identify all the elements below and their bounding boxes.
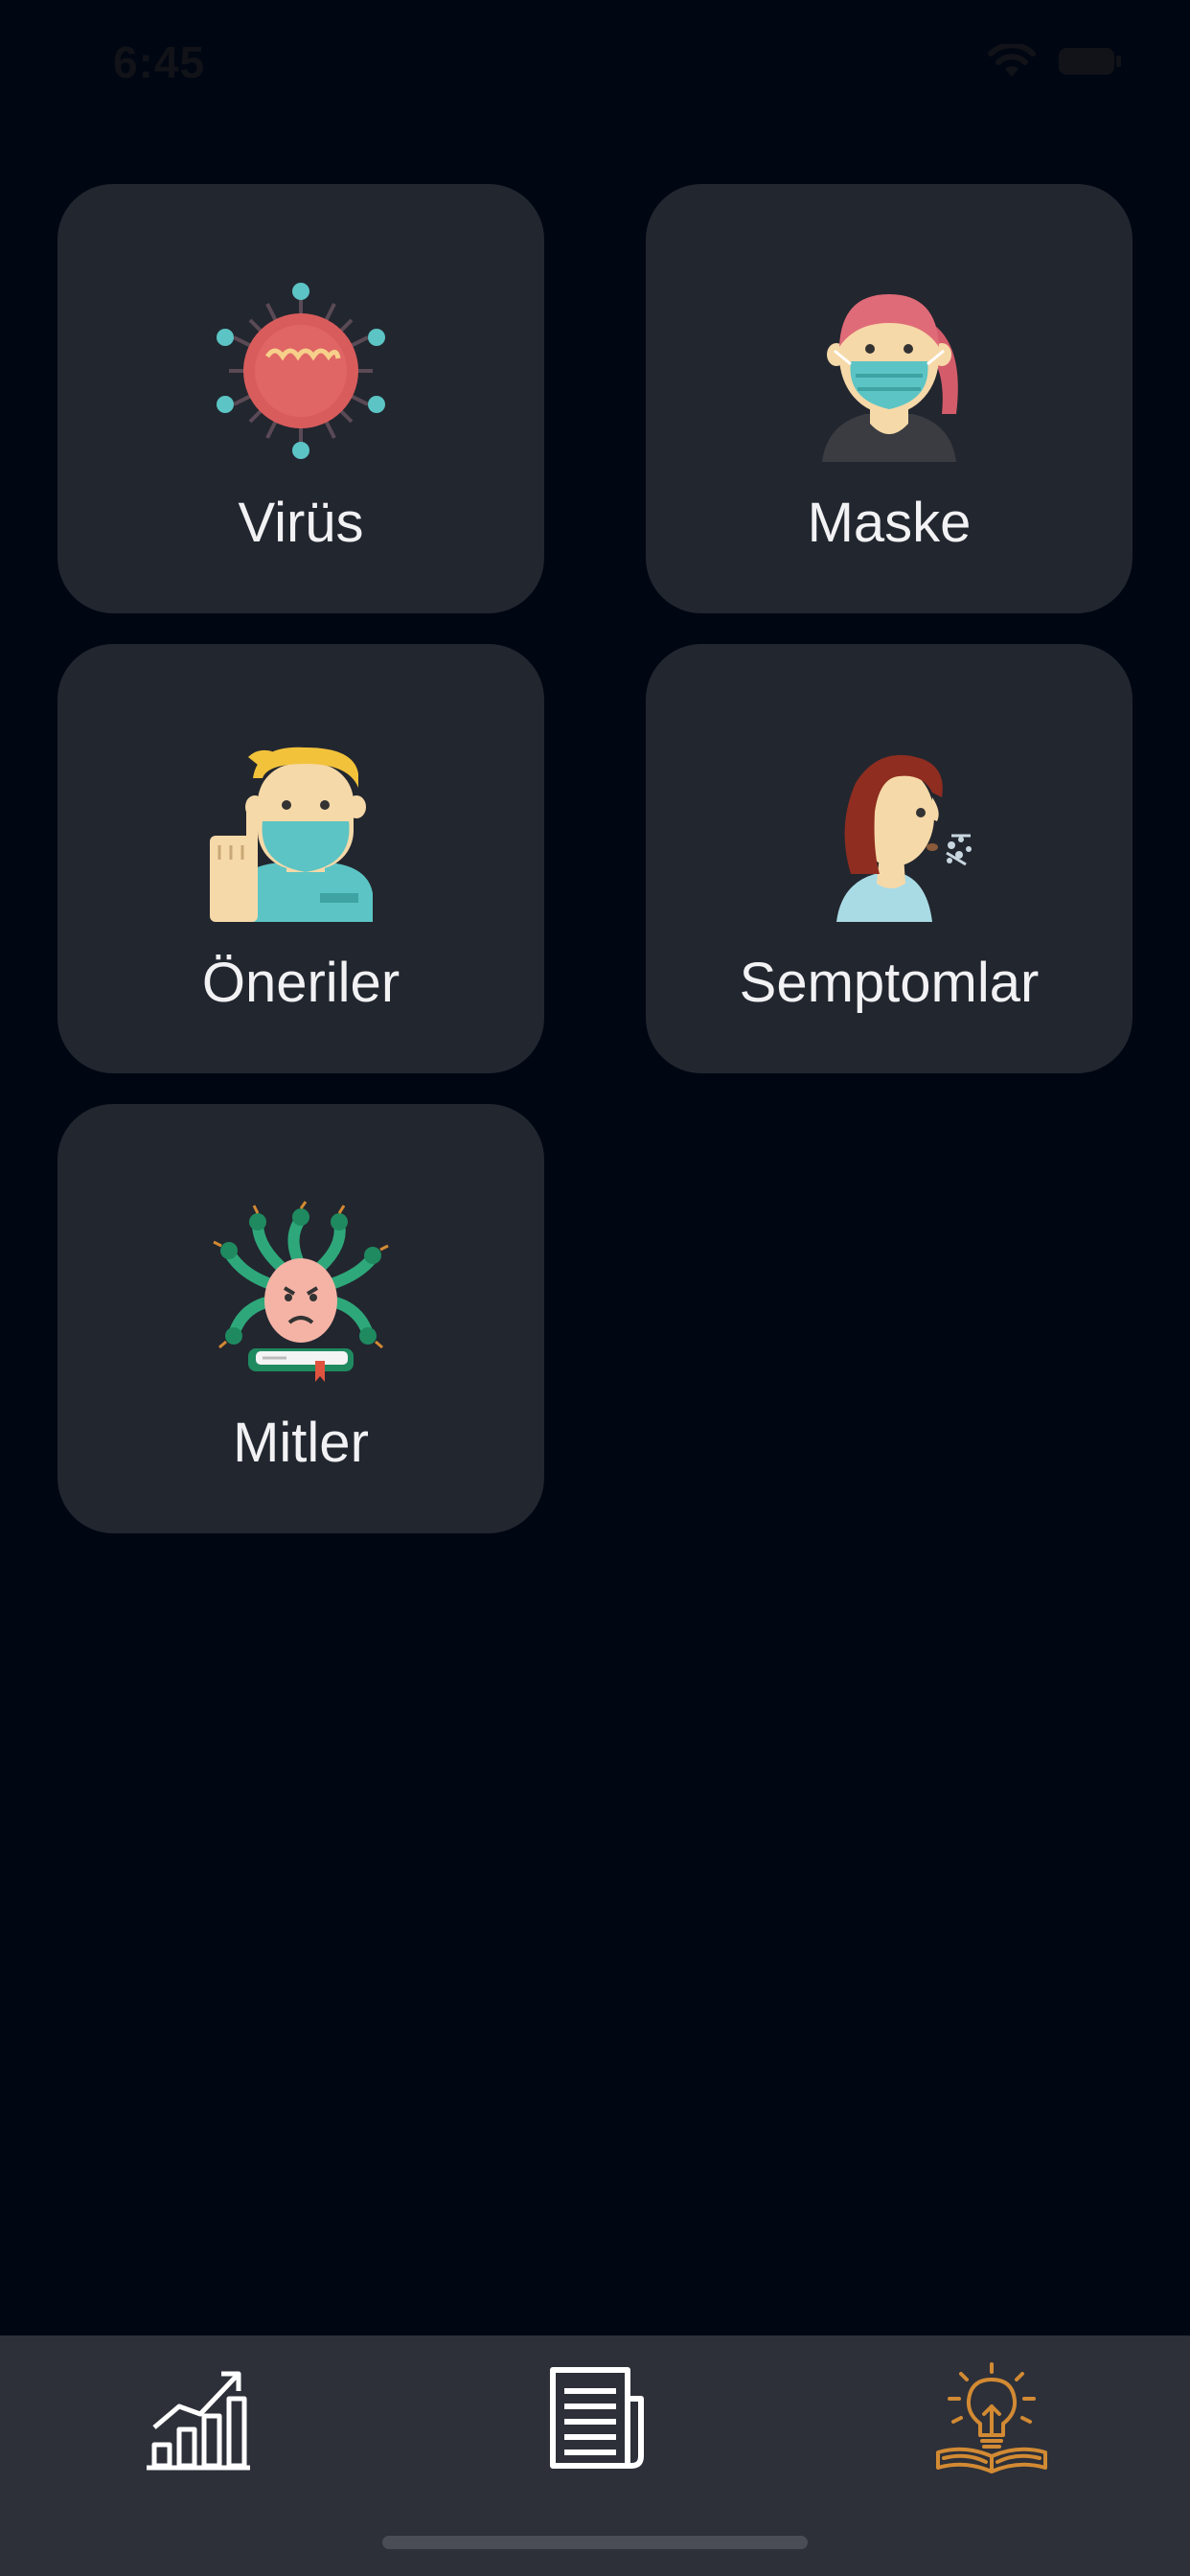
tab-tips[interactable]	[934, 2360, 1049, 2475]
card-myths[interactable]: Mitler	[57, 1104, 544, 1533]
status-bar: 6:45	[0, 0, 1190, 125]
card-label: Maske	[807, 492, 972, 554]
home-indicator	[382, 2536, 808, 2549]
status-icons	[987, 44, 1123, 79]
card-label: Mitler	[233, 1412, 369, 1474]
card-label: Öneriler	[201, 952, 400, 1014]
medusa-myth-icon	[213, 1201, 389, 1382]
virus-icon	[217, 283, 385, 459]
wifi-icon	[988, 44, 1036, 77]
card-advice[interactable]: Öneriler	[57, 644, 544, 1073]
masked-man-advice-icon	[210, 747, 373, 922]
card-virus[interactable]: Virüs	[57, 184, 544, 613]
tab-news[interactable]	[538, 2360, 652, 2475]
lightbulb-book-icon	[936, 2362, 1047, 2473]
card-symptoms[interactable]: Semptomlar	[646, 644, 1133, 1073]
news-icon	[550, 2367, 644, 2469]
topic-grid: Virüs Maske Öneriler Semptomlar Mitler	[57, 184, 1133, 1533]
statistics-chart-icon	[147, 2371, 250, 2471]
masked-woman-icon	[822, 294, 958, 462]
card-mask[interactable]: Maske	[646, 184, 1133, 613]
card-label: Semptomlar	[739, 952, 1040, 1014]
status-time: 6:45	[113, 37, 206, 87]
battery-icon	[1059, 48, 1121, 75]
tab-statistics[interactable]	[141, 2360, 256, 2475]
card-label: Virüs	[238, 492, 364, 554]
coughing-woman-icon	[836, 754, 972, 922]
